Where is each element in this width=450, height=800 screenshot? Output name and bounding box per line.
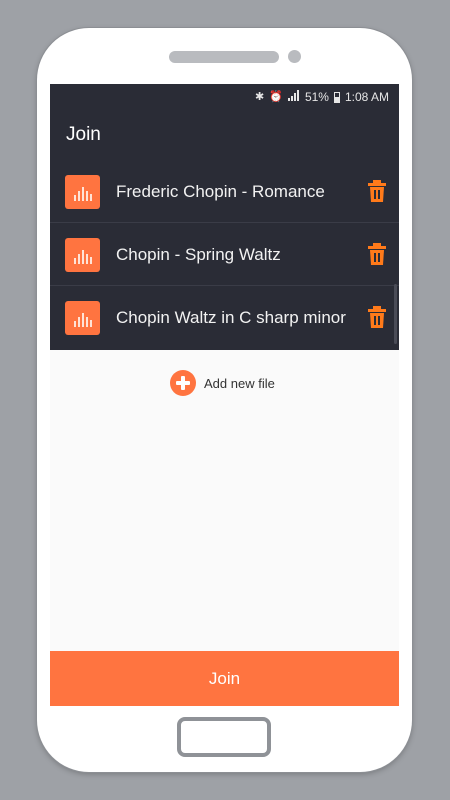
bluetooth-icon: ✱ (255, 90, 265, 103)
add-file-label: Add new file (204, 375, 275, 391)
audio-file-icon (65, 301, 100, 335)
speaker-grille (169, 51, 279, 63)
battery-icon (333, 91, 340, 103)
file-name: Chopin - Spring Waltz (116, 245, 281, 264)
join-button[interactable]: Join (50, 651, 399, 706)
audio-file-icon (65, 238, 100, 272)
phone-screen: ✱ ⏰ 51% 1:08 AM Join Frederic Chopin - R… (50, 84, 399, 706)
page-title: Join (66, 124, 101, 145)
status-time: 1:08 AM (344, 90, 389, 104)
list-item[interactable]: Frederic Chopin - Romance (50, 160, 399, 223)
home-button[interactable] (177, 717, 271, 757)
delete-icon[interactable] (368, 306, 386, 328)
file-list: Frederic Chopin - Romance Chopin - Sprin… (50, 160, 399, 350)
alarm-icon: ⏰ (269, 90, 283, 103)
file-name: Chopin Waltz in C sharp minor (116, 308, 346, 327)
app-bar: Join (50, 110, 399, 160)
delete-icon[interactable] (368, 180, 386, 202)
battery-percent: 51% (304, 90, 329, 104)
delete-icon[interactable] (368, 243, 386, 265)
signal-icon (287, 90, 300, 104)
status-bar: ✱ ⏰ 51% 1:08 AM (50, 84, 399, 110)
scrollbar[interactable] (394, 284, 397, 344)
audio-file-icon (65, 175, 100, 209)
file-name: Frederic Chopin - Romance (116, 182, 325, 201)
front-camera (288, 50, 301, 63)
list-item[interactable]: Chopin Waltz in C sharp minor (50, 286, 399, 349)
list-item[interactable]: Chopin - Spring Waltz (50, 223, 399, 286)
add-new-file-button[interactable]: Add new file (170, 370, 275, 396)
add-icon (170, 370, 196, 396)
